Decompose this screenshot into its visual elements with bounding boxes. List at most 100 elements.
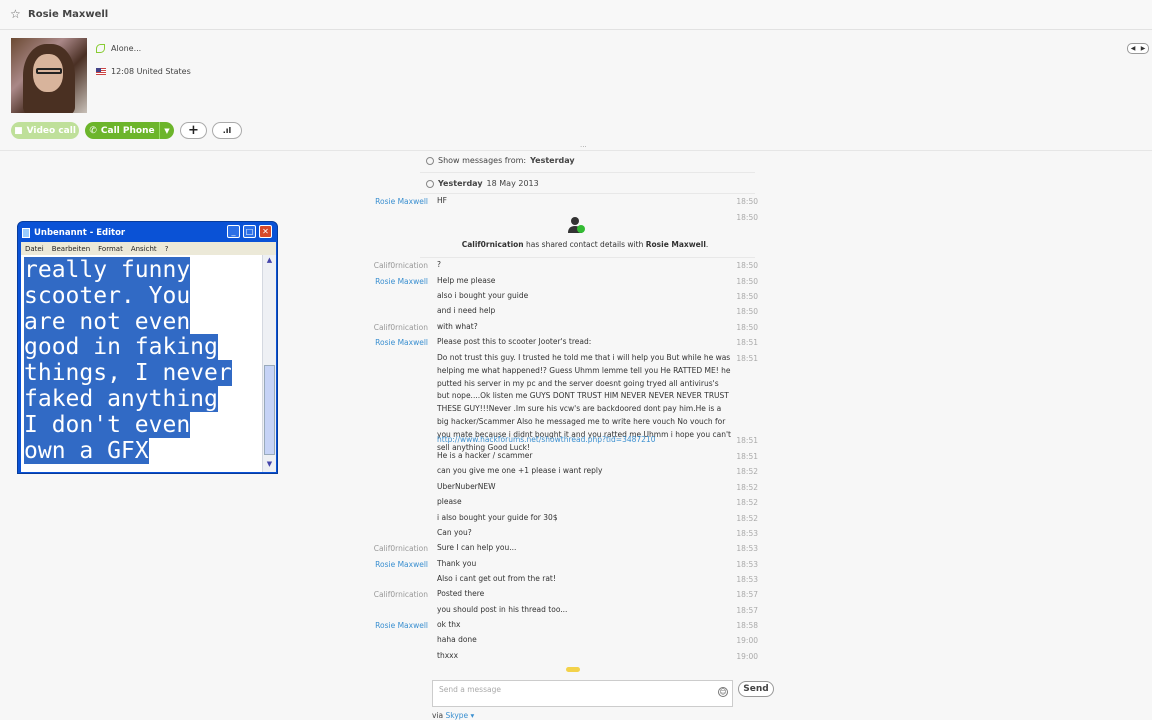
- message-sender[interactable]: Rosie Maxwell: [372, 335, 428, 350]
- send-button[interactable]: Send: [738, 681, 774, 697]
- message-text: and i need help: [437, 306, 496, 315]
- menu-item[interactable]: Ansicht: [131, 245, 157, 253]
- divider: [0, 150, 1152, 151]
- call-dropdown-button[interactable]: ▼: [159, 122, 174, 139]
- contact-name: Rosie Maxwell: [28, 9, 109, 20]
- message-sender[interactable]: Calif0rnication: [372, 541, 428, 556]
- notepad-menubar: Datei Bearbeiten Format Ansicht?: [21, 242, 276, 255]
- via-service: via Skype ▾: [432, 711, 474, 720]
- message-placeholder: Send a message: [439, 685, 501, 694]
- show-messages-from[interactable]: Show messages from: Yesterday: [426, 156, 575, 165]
- message-link[interactable]: http://www.hackforums.net/showthread.php…: [437, 434, 732, 447]
- video-icon: ■: [14, 125, 23, 136]
- scroll-down-icon[interactable]: ▼: [264, 460, 275, 471]
- video-call-button[interactable]: ■ Video call: [11, 122, 79, 139]
- message-text: i also bought your guide for 30$: [437, 513, 558, 522]
- message-row: haha done 19:00: [372, 633, 762, 648]
- message-text: Help me please: [437, 276, 496, 285]
- message-row: Can you? 18:53: [372, 526, 762, 541]
- close-button[interactable]: ✕: [259, 225, 272, 238]
- message-row: Rosie Maxwell ok thx 18:58: [372, 618, 762, 633]
- message-sender[interactable]: Rosie Maxwell: [372, 618, 428, 633]
- message-time: 18:52: [736, 498, 758, 507]
- menu-item[interactable]: Datei: [25, 245, 44, 253]
- show-from-value[interactable]: Yesterday: [530, 156, 575, 165]
- message-time: 18:52: [736, 467, 758, 476]
- message-time: 19:00: [736, 636, 758, 645]
- message-time: 18:53: [736, 529, 758, 538]
- selected-text-line: things, I never: [24, 360, 232, 387]
- notepad-text-area[interactable]: really funny scooter. You are not even g…: [21, 255, 276, 472]
- show-from-label: Show messages from:: [438, 156, 527, 165]
- message-row: Rosie Maxwell Thank you 18:53: [372, 557, 762, 572]
- selected-text-line: I don't even: [24, 411, 191, 438]
- scroll-thumb[interactable]: [264, 365, 275, 455]
- location-text: 12:08 United States: [111, 67, 191, 76]
- call-phone-label: Call Phone: [100, 125, 155, 136]
- share-user: Calif0rnication: [461, 240, 524, 249]
- message-text: Posted there: [437, 589, 485, 598]
- message-text: HF: [437, 196, 447, 205]
- menu-item[interactable]: ?: [165, 245, 169, 253]
- message-text: you should post in his thread too...: [437, 605, 568, 614]
- message-time: 18:52: [736, 483, 758, 492]
- message-row: UberNuberNEW 18:52: [372, 480, 762, 495]
- phone-icon: ✆: [89, 125, 97, 136]
- message-sender[interactable]: Rosie Maxwell: [372, 194, 428, 209]
- arrow-right-icon[interactable]: ▶: [1141, 45, 1146, 52]
- message-text: He is a hacker / scammer: [437, 451, 533, 460]
- message-time: 18:57: [736, 606, 758, 615]
- selected-text-line: faked anything: [24, 385, 218, 412]
- us-flag-icon: [96, 68, 106, 75]
- call-phone-button[interactable]: ✆ Call Phone: [85, 122, 159, 139]
- message-time: 18:51: [736, 338, 758, 347]
- notepad-icon: [22, 228, 30, 238]
- notepad-content[interactable]: really funny scooter. You are not even g…: [24, 257, 262, 464]
- scroll-up-icon[interactable]: ▲: [264, 256, 275, 267]
- notepad-window[interactable]: Unbenannt - Editor _ □ ✕ Datei Bearbeiten…: [17, 221, 278, 474]
- message-sender[interactable]: Calif0rnication: [372, 258, 428, 273]
- message-text: please: [437, 497, 462, 506]
- message-text: Thank you: [437, 559, 477, 568]
- emoticon-icon[interactable]: ☺: [718, 687, 728, 697]
- avatar[interactable]: [11, 38, 87, 113]
- menu-item[interactable]: Format: [98, 245, 123, 253]
- add-button[interactable]: +: [180, 122, 207, 139]
- resize-grip[interactable]: ···: [580, 143, 587, 151]
- chevron-down-icon: ▼: [164, 126, 170, 135]
- message-time: 18:50: [736, 323, 758, 332]
- message-row: Calif0rnication? 18:50: [372, 258, 762, 273]
- date-rest: 18 May 2013: [486, 179, 539, 188]
- arrow-left-icon[interactable]: ◀: [1131, 45, 1136, 52]
- message-sender[interactable]: Calif0rnication: [372, 587, 428, 602]
- message-sender[interactable]: Rosie Maxwell: [372, 557, 428, 572]
- message-row: Rosie Maxwell Help me please 18:50: [372, 274, 762, 289]
- message-row: Rosie Maxwell Please post this to scooter…: [372, 335, 762, 350]
- message-sender[interactable]: Calif0rnication: [372, 320, 428, 335]
- message-input[interactable]: Send a message ☺: [432, 680, 733, 707]
- message-time: 18:53: [736, 575, 758, 584]
- minimize-button[interactable]: _: [227, 225, 240, 238]
- message-text: Can you?: [437, 528, 472, 537]
- call-quality-button[interactable]: .ıl: [212, 122, 242, 139]
- contact-shared-notice: Calif0rnication has shared contact detai…: [461, 240, 709, 249]
- mood-text: Alone...: [111, 44, 142, 53]
- message-row: Rosie Maxwell HF 18:50: [372, 194, 762, 209]
- selected-text-line: really funny: [24, 257, 191, 283]
- menu-item[interactable]: Bearbeiten: [52, 245, 90, 253]
- message-text: Please post this to scooter Jooter's tre…: [437, 337, 592, 346]
- message-row: Calif0rnication Posted there 18:57: [372, 587, 762, 602]
- notepad-title: Unbenannt - Editor: [34, 228, 126, 238]
- message-time: 18:50: [736, 213, 758, 222]
- favorite-star-icon[interactable]: ☆: [10, 7, 21, 21]
- typing-indicator: [566, 667, 580, 672]
- message-sender[interactable]: Rosie Maxwell: [372, 274, 428, 289]
- vertical-scrollbar[interactable]: ▲ ▼: [262, 255, 276, 472]
- via-service-dropdown[interactable]: Skype ▾: [446, 711, 475, 720]
- maximize-button[interactable]: □: [243, 225, 256, 238]
- message-time: 18:53: [736, 560, 758, 569]
- message-time: 18:51: [736, 436, 758, 445]
- message-time: 18:57: [736, 590, 758, 599]
- nav-arrows[interactable]: ◀ ▶: [1127, 43, 1149, 54]
- message-text: can you give me one +1 please i want rep…: [437, 466, 603, 475]
